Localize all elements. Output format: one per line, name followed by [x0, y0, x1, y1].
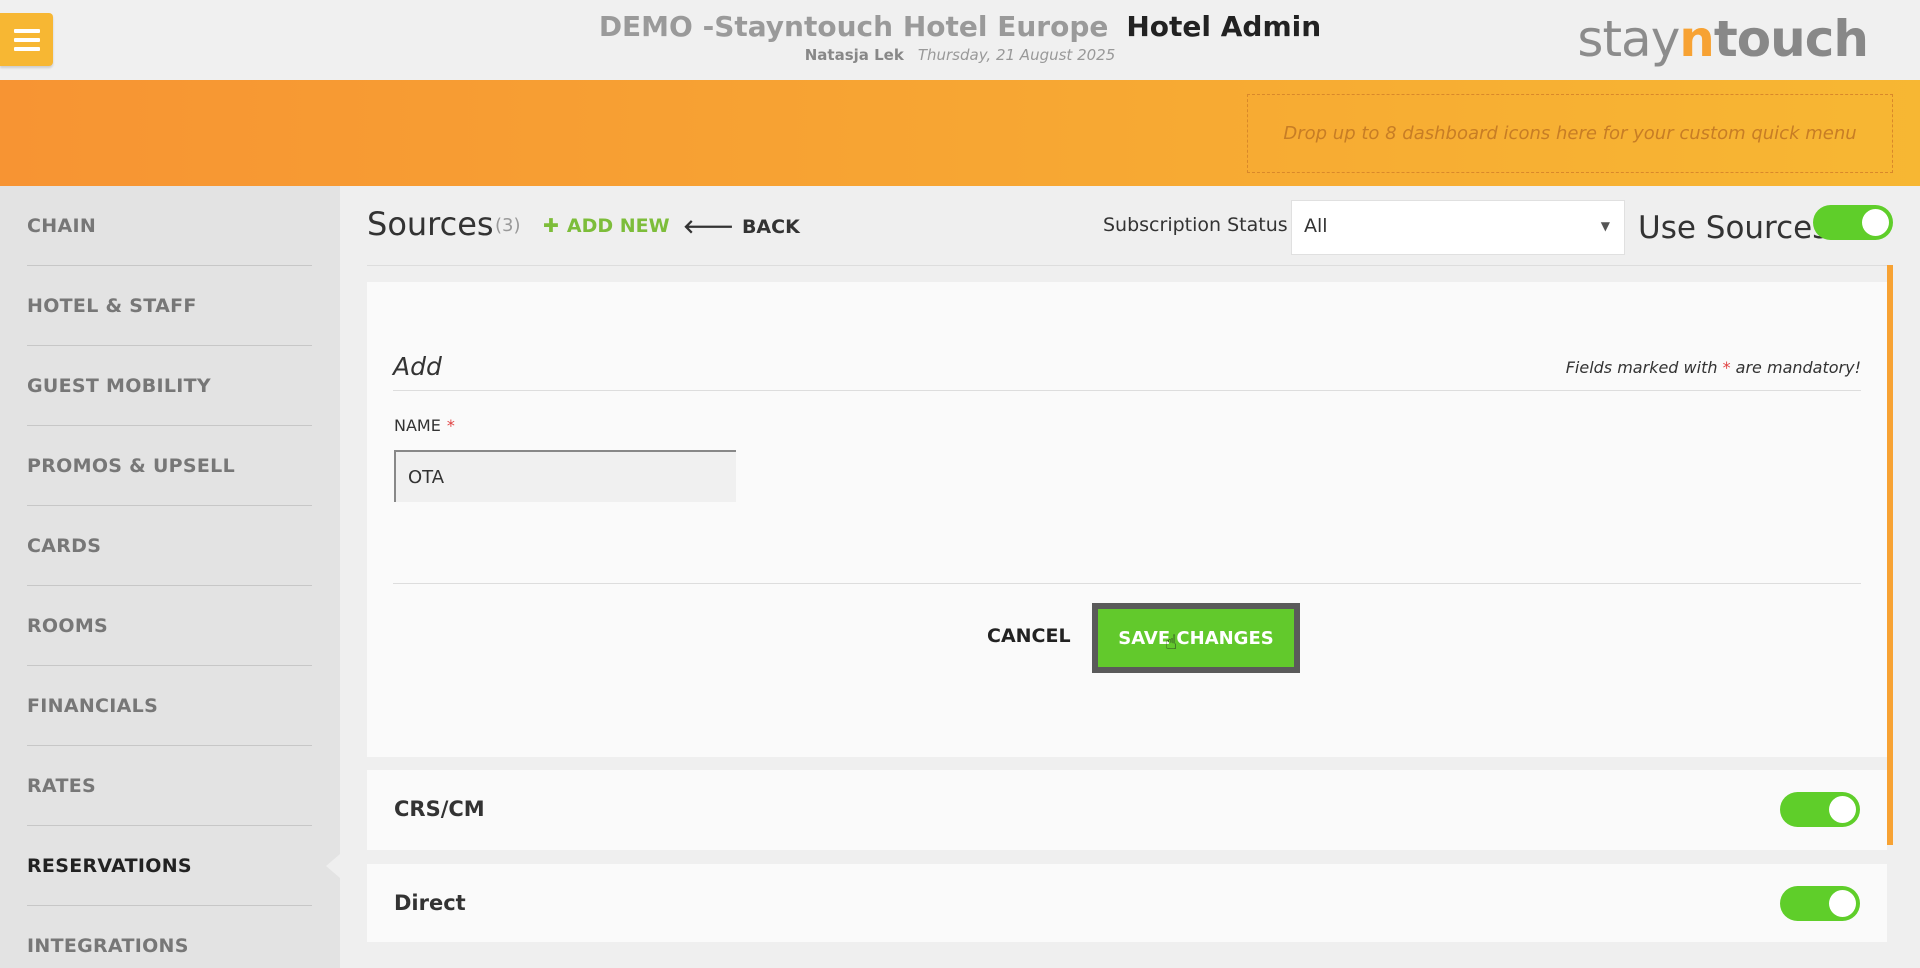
- source-toggle[interactable]: [1780, 886, 1860, 921]
- current-date: Thursday, 21 August 2025: [917, 46, 1116, 64]
- panel-accent-bar: [1887, 265, 1893, 845]
- sources-count: (3): [495, 215, 521, 236]
- add-source-panel: Add Fields marked with * are mandatory! …: [367, 282, 1887, 757]
- save-changes-button[interactable]: SAVE CHANGES: [1098, 609, 1294, 667]
- source-name: Direct: [394, 891, 466, 915]
- plus-icon: ✚: [543, 215, 559, 237]
- sidebar-item-promos-upsell[interactable]: PROMOS & UPSELL: [27, 426, 312, 506]
- hand-pointer-cursor-icon: ☝: [1165, 630, 1178, 654]
- use-sources-toggle[interactable]: [1813, 205, 1893, 240]
- source-toggle[interactable]: [1780, 792, 1860, 827]
- sidebar-item-financials[interactable]: FINANCIALS: [27, 666, 312, 746]
- form-title: Add: [393, 352, 442, 381]
- sidebar-item-hotel-staff[interactable]: HOTEL & STAFF: [27, 266, 312, 346]
- back-button[interactable]: 🡐 BACK: [683, 215, 800, 238]
- divider: [393, 583, 1861, 584]
- subscription-status-label: Subscription Status: [1103, 214, 1288, 236]
- sidebar-item-cards[interactable]: CARDS: [27, 506, 312, 586]
- arrow-left-icon: 🡐: [683, 216, 734, 238]
- divider: [393, 390, 1861, 391]
- mandatory-note: Fields marked with * are mandatory!: [1565, 358, 1861, 377]
- admin-label: Hotel Admin: [1126, 10, 1322, 43]
- name-field-label: NAME *: [394, 416, 455, 435]
- chevron-down-icon: ▼: [1600, 219, 1610, 233]
- stayntouch-logo: stayntouch: [1577, 10, 1869, 68]
- quick-menu-band: Drop up to 8 dashboard icons here for yo…: [0, 80, 1920, 186]
- sidebar-item-rooms[interactable]: ROOMS: [27, 586, 312, 666]
- source-row: Direct: [367, 864, 1887, 942]
- sidebar-item-guest-mobility[interactable]: GUEST MOBILITY: [27, 346, 312, 426]
- user-name: Natasja Lek: [804, 46, 904, 64]
- use-sources-label: Use Sources: [1638, 210, 1829, 246]
- active-item-pointer: [326, 854, 340, 878]
- add-new-button[interactable]: ✚ ADD NEW: [543, 215, 670, 237]
- sidebar-item-chain[interactable]: CHAIN: [27, 186, 312, 266]
- source-row: CRS/CM: [367, 770, 1887, 850]
- cancel-button[interactable]: CANCEL: [987, 625, 1071, 647]
- source-name: CRS/CM: [394, 797, 485, 821]
- save-button-focus-ring: SAVE CHANGES: [1092, 603, 1300, 673]
- sidebar: CHAIN HOTEL & STAFF GUEST MOBILITY PROMO…: [0, 186, 340, 968]
- quick-menu-drop-zone[interactable]: Drop up to 8 dashboard icons here for yo…: [1247, 94, 1893, 173]
- subscription-status-select[interactable]: All ▼: [1291, 200, 1625, 255]
- name-input[interactable]: [394, 450, 736, 502]
- hotel-name: DEMO -Stayntouch Hotel Europe: [598, 10, 1109, 43]
- sidebar-item-integrations[interactable]: INTEGRATIONS: [27, 906, 312, 968]
- sidebar-item-rates[interactable]: RATES: [27, 746, 312, 826]
- sidebar-item-reservations[interactable]: RESERVATIONS: [27, 826, 312, 906]
- page-title: Sources: [367, 205, 494, 243]
- top-header: DEMO -Stayntouch Hotel Europe Hotel Admin…: [0, 0, 1920, 80]
- divider: [367, 265, 1887, 266]
